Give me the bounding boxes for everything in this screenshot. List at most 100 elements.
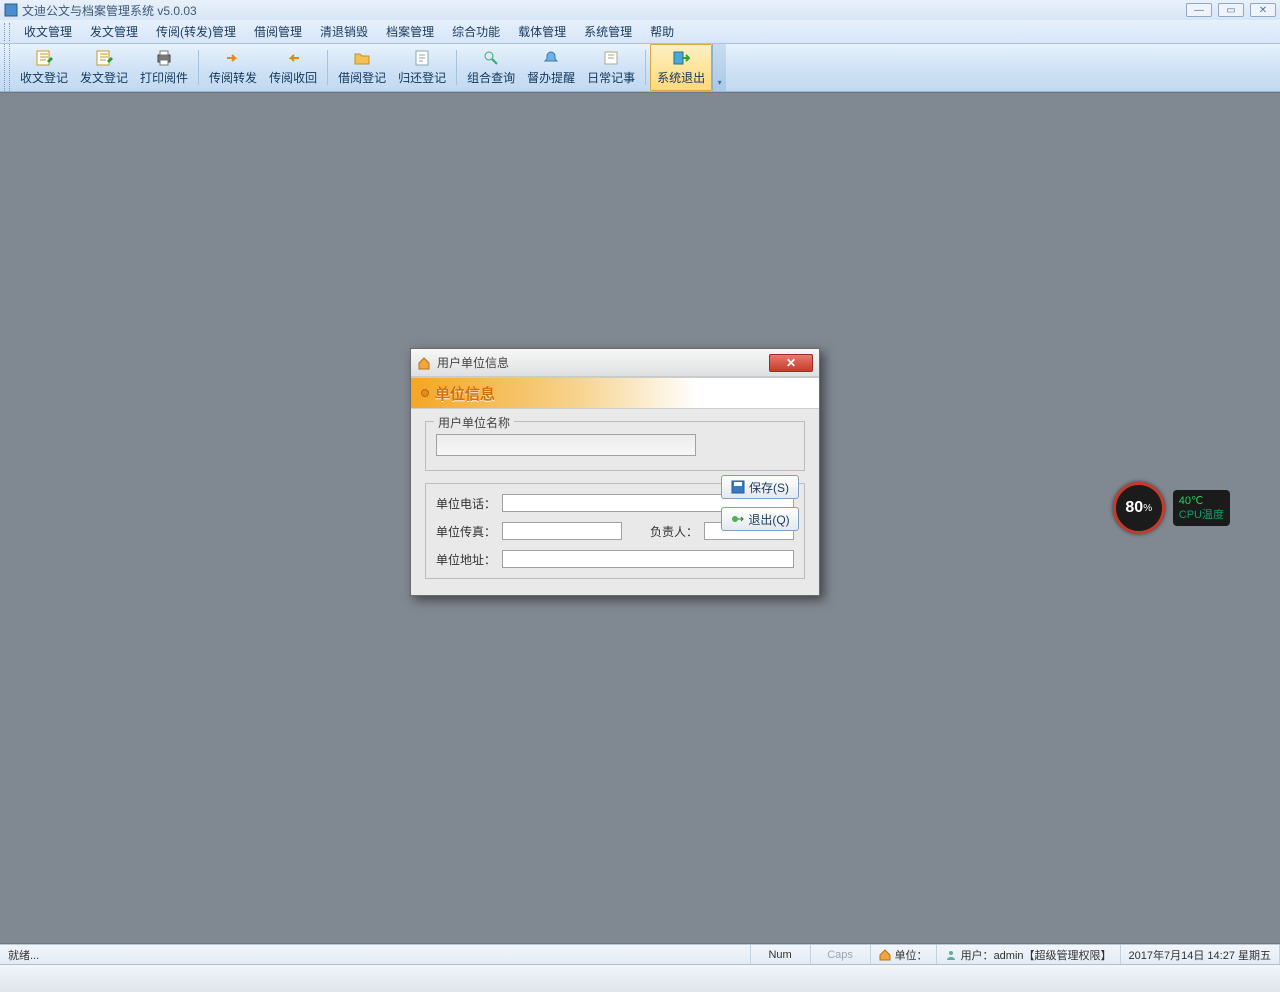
dialog-close-button[interactable]: ✕ (769, 354, 813, 372)
fax-label: 单位传真： (436, 523, 496, 540)
dialog-title: 用户单位信息 (437, 354, 509, 371)
app-icon (4, 3, 18, 17)
save-icon (731, 480, 745, 494)
save-button[interactable]: 保存(S) (721, 475, 799, 499)
toolbar-btn-remind[interactable]: 督办提醒 (521, 44, 581, 91)
toolbar-btn-recall[interactable]: 传阅收回 (263, 44, 323, 91)
exit-label: 退出(Q) (748, 511, 789, 528)
org-name-fieldset: 用户单位名称 (425, 421, 805, 471)
toolbar-btn-return[interactable]: 归还登记 (392, 44, 452, 91)
note-icon (602, 49, 620, 67)
addr-label: 单位地址： (436, 551, 496, 568)
cpu-temp-label: CPU温度 (1179, 508, 1224, 522)
addr-input[interactable] (502, 550, 794, 568)
status-caps: Caps (811, 945, 871, 964)
toolbar-btn-query[interactable]: 组合查询 (461, 44, 521, 91)
org-name-input[interactable] (436, 434, 696, 456)
status-datetime: 2017年7月14日 14:27 星期五 (1121, 945, 1280, 964)
toolbar-label: 发文登记 (80, 69, 128, 86)
toolbar-label: 打印阅件 (140, 69, 188, 86)
status-org-label: 单位： (895, 947, 928, 963)
menu-item[interactable]: 借阅管理 (246, 20, 310, 43)
toolbar-separator (198, 50, 199, 85)
toolbar-btn-exit[interactable]: 系统退出 (650, 44, 712, 91)
bell-icon (542, 49, 560, 67)
maximize-button[interactable]: ▭ (1218, 3, 1244, 17)
window-title: 文迪公文与档案管理系统 v5.0.03 (22, 2, 197, 19)
menu-item[interactable]: 系统管理 (576, 20, 640, 43)
status-ready: 就绪... (0, 945, 751, 964)
fax-input[interactable] (502, 522, 622, 540)
menu-item[interactable]: 清退销毁 (312, 20, 376, 43)
menu-bar: 收文管理 发文管理 传阅(转发)管理 借阅管理 清退销毁 档案管理 综合功能 载… (0, 20, 1280, 44)
status-org: 单位： (871, 945, 937, 964)
owner-label: 负责人： (650, 523, 698, 540)
status-user: 用户： admin【超级管理权限】 (937, 945, 1121, 964)
toolbar-btn-borrow[interactable]: 借阅登记 (332, 44, 392, 91)
toolbar-label: 收文登记 (20, 69, 68, 86)
save-label: 保存(S) (749, 479, 789, 496)
status-num: Num (751, 945, 811, 964)
cpu-temp: 40℃ (1179, 494, 1224, 508)
dialog-titlebar[interactable]: 用户单位信息 ✕ (411, 349, 819, 377)
exit-icon (730, 512, 744, 526)
toolbar-separator (645, 50, 646, 85)
close-window-button[interactable]: ✕ (1250, 3, 1276, 17)
section-title: 单位信息 (435, 383, 495, 404)
menu-grip (4, 23, 10, 41)
cpu-usage-ring: 80% (1113, 482, 1165, 534)
toolbar-btn-receive-register[interactable]: 收文登记 (14, 44, 74, 91)
cpu-pct-suffix: % (1143, 503, 1152, 514)
user-icon (945, 949, 957, 961)
fieldset-legend: 用户单位名称 (434, 414, 514, 431)
exit-icon (672, 49, 690, 67)
org-info-dialog: 用户单位信息 ✕ 单位信息 用户单位名称 保存(S) 退出(Q) (410, 348, 820, 596)
search-icon (482, 49, 500, 67)
toolbar-btn-send-register[interactable]: 发文登记 (74, 44, 134, 91)
toolbar-label: 借阅登记 (338, 69, 386, 86)
toolbar-label: 日常记事 (587, 69, 635, 86)
menu-item[interactable]: 档案管理 (378, 20, 442, 43)
arrow-left-icon (284, 49, 302, 67)
status-user-label: 用户： (961, 947, 994, 963)
phone-label: 单位电话： (436, 495, 496, 512)
toolbar-btn-diary[interactable]: 日常记事 (581, 44, 641, 91)
home-icon (417, 356, 431, 370)
toolbar: 收文登记 发文登记 打印阅件 传阅转发 传阅收回 借阅登记 归还登记 组合查询 … (0, 44, 1280, 92)
toolbar-btn-print[interactable]: 打印阅件 (134, 44, 194, 91)
bullet-icon (421, 389, 429, 397)
toolbar-label: 归还登记 (398, 69, 446, 86)
doc-icon (413, 49, 431, 67)
menu-item[interactable]: 收文管理 (16, 20, 80, 43)
section-header: 单位信息 (411, 377, 819, 409)
arrow-right-icon (224, 49, 242, 67)
toolbar-separator (327, 50, 328, 85)
menu-item[interactable]: 帮助 (642, 20, 682, 43)
toolbar-label: 传阅转发 (209, 69, 257, 86)
cpu-temp-widget: 80% 40℃ CPU温度 (1113, 482, 1230, 534)
exit-button[interactable]: 退出(Q) (721, 507, 799, 531)
menu-item[interactable]: 载体管理 (510, 20, 574, 43)
toolbar-grip (4, 44, 10, 91)
toolbar-label: 督办提醒 (527, 69, 575, 86)
toolbar-overflow[interactable]: ▾ (712, 44, 726, 91)
doc-pencil-icon (35, 49, 53, 67)
toolbar-label: 组合查询 (467, 69, 515, 86)
doc-pencil-icon (95, 49, 113, 67)
os-taskbar[interactable] (0, 964, 1280, 992)
toolbar-btn-forward[interactable]: 传阅转发 (203, 44, 263, 91)
menu-item[interactable]: 传阅(转发)管理 (148, 20, 244, 43)
window-titlebar: 文迪公文与档案管理系统 v5.0.03 — ▭ ✕ (0, 0, 1280, 20)
home-icon (879, 949, 891, 961)
menu-item[interactable]: 发文管理 (82, 20, 146, 43)
cpu-pct: 80 (1125, 499, 1143, 517)
menu-item[interactable]: 综合功能 (444, 20, 508, 43)
toolbar-separator (456, 50, 457, 85)
status-user-value: admin【超级管理权限】 (994, 947, 1112, 963)
minimize-button[interactable]: — (1186, 3, 1212, 17)
status-bar: 就绪... Num Caps 单位： 用户： admin【超级管理权限】 201… (0, 944, 1280, 964)
folder-icon (353, 49, 371, 67)
toolbar-label: 传阅收回 (269, 69, 317, 86)
toolbar-label: 系统退出 (657, 69, 705, 86)
print-icon (155, 49, 173, 67)
